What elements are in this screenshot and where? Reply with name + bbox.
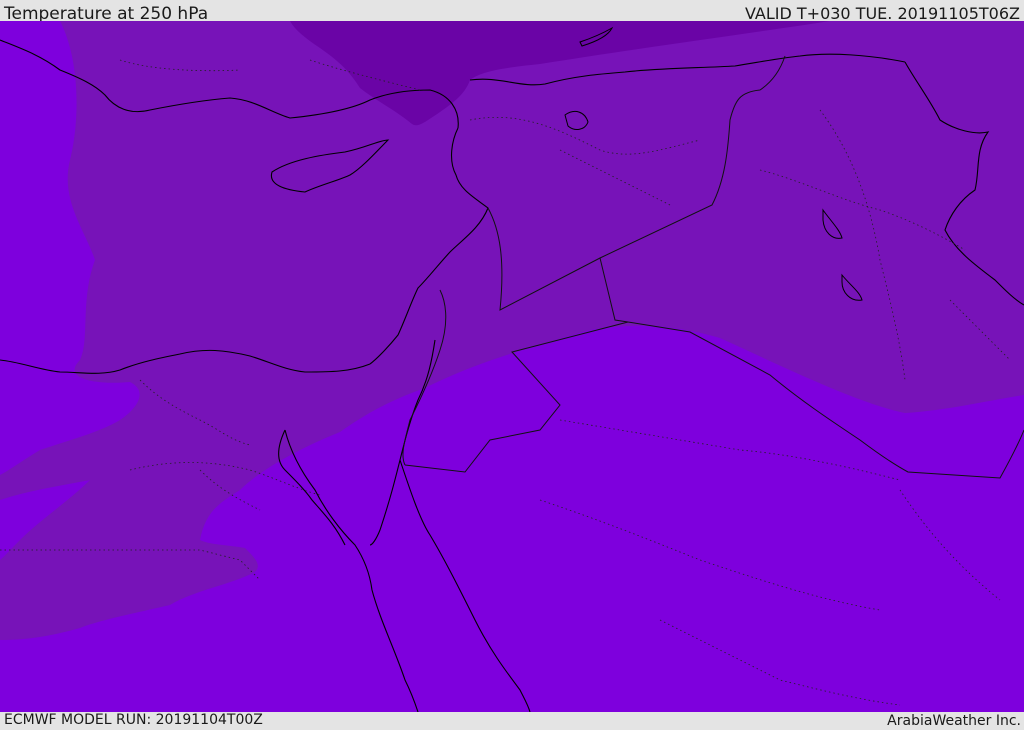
credit-label: ArabiaWeather Inc.	[887, 713, 1021, 729]
model-run-label: ECMWF MODEL RUN: 20191104T00Z	[4, 712, 263, 728]
temperature-map	[0, 21, 1024, 712]
